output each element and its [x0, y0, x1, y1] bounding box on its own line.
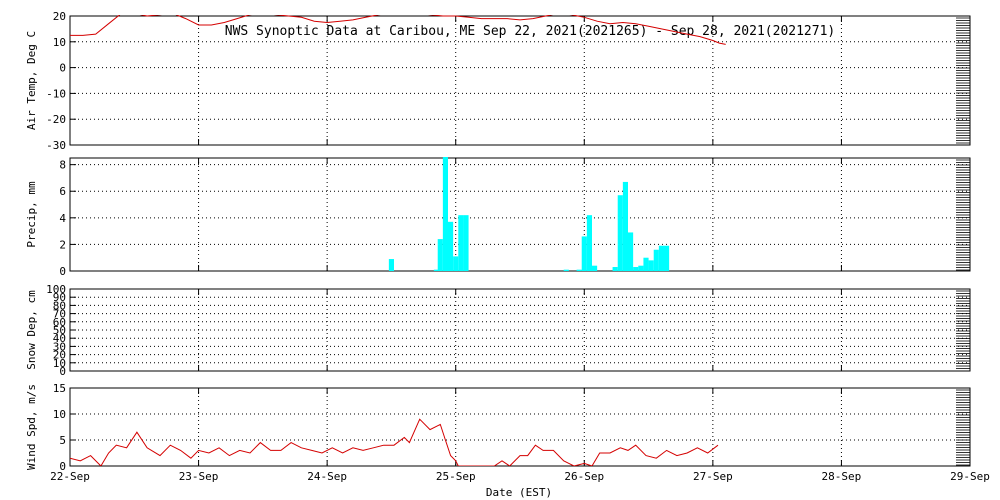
- y-tick-label: 20: [53, 10, 66, 23]
- precip-bar: [648, 260, 654, 271]
- precip-bar: [463, 215, 469, 271]
- x-tick-label: 28-Sep: [822, 470, 862, 483]
- y-axis-label: Precip, mm: [25, 181, 38, 248]
- y-tick-label: 0: [59, 62, 66, 75]
- precip-bar: [628, 232, 634, 271]
- y-axis-label: Snow Dep, cm: [25, 290, 38, 370]
- chart-panel-1: 0 2 4 6 8 Precip, mm: [25, 157, 971, 278]
- x-tick-label: 22-Sep: [50, 470, 90, 483]
- precip-bar: [437, 239, 443, 271]
- precip-bar: [581, 236, 587, 271]
- y-tick-label: 15: [53, 382, 66, 395]
- panel-frame: [69, 157, 971, 272]
- precip-bar: [442, 157, 448, 271]
- precip-bar: [638, 265, 644, 271]
- y-tick-label: -30: [46, 139, 66, 152]
- y-tick-label: 4: [59, 212, 66, 225]
- precip-bar: [592, 265, 598, 271]
- chart-title: NWS Synoptic Data at Caribou, ME Sep 22,…: [225, 24, 835, 39]
- precip-bar: [563, 269, 569, 271]
- precip-bar: [612, 267, 618, 271]
- y-tick-label: 8: [59, 159, 66, 172]
- precip-bar: [458, 215, 464, 271]
- chart-panel-2: 0102030405060708090100Snow Dep, cm: [25, 283, 971, 378]
- precip-bar: [576, 269, 582, 271]
- y-axis-label: Air Temp, Deg C: [25, 31, 38, 130]
- y-tick-label: 100: [46, 283, 66, 296]
- precip-bar: [633, 267, 639, 271]
- precip-bar: [388, 259, 394, 271]
- precip-bar: [617, 195, 623, 271]
- panel-frame: [69, 387, 971, 467]
- x-tick-label: 24-Sep: [307, 470, 347, 483]
- y-tick-label: 2: [59, 238, 66, 251]
- precip-bar: [586, 215, 592, 271]
- y-tick-label: -10: [46, 87, 66, 100]
- precip-bar: [658, 245, 664, 271]
- precip-bar: [448, 221, 454, 271]
- y-tick-label: 5: [59, 434, 66, 447]
- x-tick-label: 23-Sep: [179, 470, 219, 483]
- x-tick-label: 27-Sep: [693, 470, 733, 483]
- precip-bar: [622, 181, 628, 271]
- y-tick-label: 6: [59, 185, 66, 198]
- precip-bar: [453, 256, 459, 271]
- y-tick-label: -20: [46, 113, 66, 126]
- chart-panel-3: 051015Wind Spd, m/s22-Sep 23-Sep 24-Sep 25-…: [25, 382, 990, 499]
- precip-bar: [653, 249, 659, 271]
- y-tick-label: 0: [59, 265, 66, 278]
- y-tick-label: 10: [53, 36, 66, 49]
- y-axis-label: Wind Spd, m/s: [25, 384, 38, 470]
- precip-bar: [664, 245, 670, 271]
- precip-bar: [643, 257, 649, 271]
- chart-canvas: NWS Synoptic Data at Caribou, ME Sep 22,…: [25, 10, 990, 499]
- x-tick-label: 26-Sep: [564, 470, 604, 483]
- series-line: [70, 418, 719, 466]
- x-tick-label: 25-Sep: [436, 470, 476, 483]
- y-tick-label: 10: [53, 408, 66, 421]
- x-axis-label: Date (EST): [486, 486, 552, 499]
- x-tick-label: 29-Sep: [950, 470, 990, 483]
